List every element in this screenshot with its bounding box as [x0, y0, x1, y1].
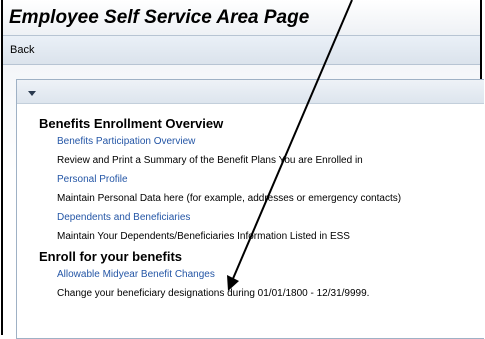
toolbar: Back — [3, 35, 480, 65]
link-allowable-midyear-benefit-changes[interactable]: Allowable Midyear Benefit Changes — [57, 269, 215, 280]
section-heading-enroll-benefits: Enroll for your benefits — [39, 249, 183, 264]
desc-allowable-midyear-benefit-changes: Change your beneficiary designations dur… — [57, 288, 370, 299]
section-heading-enrollment-overview: Benefits Enrollment Overview — [39, 116, 224, 131]
desc-personal-profile: Maintain Personal Data here (for example… — [57, 193, 402, 204]
link-dependents-and-beneficiaries[interactable]: Dependents and Beneficiaries — [57, 212, 190, 223]
link-personal-profile[interactable]: Personal Profile — [57, 174, 128, 185]
desc-dependents-and-beneficiaries: Maintain Your Dependents/Beneficiaries I… — [57, 231, 350, 242]
tray-header — [17, 80, 484, 104]
benefits-tray: Benefits Enrollment Overview Benefits Pa… — [16, 79, 484, 339]
content-area: Benefits Enrollment Overview Benefits Pa… — [3, 65, 484, 339]
page-title: Employee Self Service Area Page — [9, 7, 310, 28]
portal-frame: Employee Self Service Area Page Back Ben… — [1, 0, 484, 339]
triangle-down-icon[interactable] — [25, 87, 39, 99]
link-benefits-participation-overview[interactable]: Benefits Participation Overview — [57, 136, 195, 147]
back-button[interactable]: Back — [10, 44, 34, 56]
title-bar: Employee Self Service Area Page — [3, 0, 480, 35]
desc-benefits-participation-overview: Review and Print a Summary of the Benefi… — [57, 155, 363, 166]
